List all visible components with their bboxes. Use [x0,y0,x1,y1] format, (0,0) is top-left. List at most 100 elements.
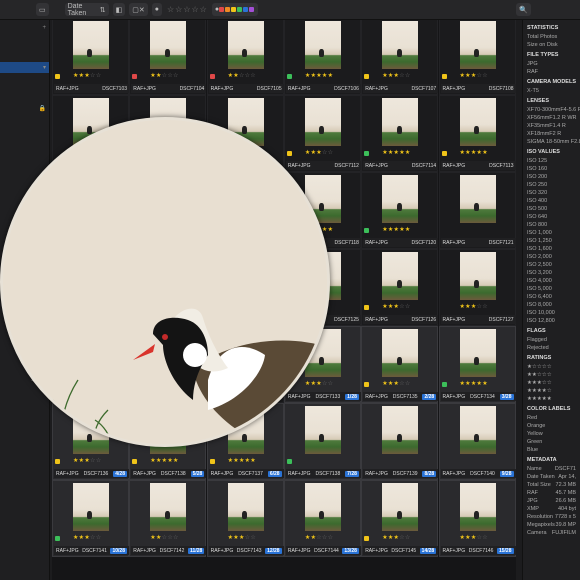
sidebar-toggle-icon[interactable]: ▭ [36,3,49,16]
iso-item[interactable]: ISO 125 [527,157,576,165]
lens-item[interactable]: XF35mmF1.4 R [527,122,576,130]
sidebar-item[interactable] [0,51,49,62]
iso-item[interactable]: ISO 4,000 [527,277,576,285]
flag-item[interactable]: Flagged [527,336,576,344]
rating-item[interactable]: ★★★★★ [527,395,576,403]
rating-stars[interactable]: ★★★☆☆ [382,72,410,79]
color-label-item[interactable]: Orange [527,422,576,430]
iso-item[interactable]: ISO 160 [527,165,576,173]
photo-thumbnail[interactable] [382,98,419,146]
photo-thumbnail[interactable] [73,21,109,69]
photo-thumbnail[interactable] [304,483,341,531]
rating-stars[interactable]: ★★★★★ [305,72,333,79]
photo-cell[interactable]: ★★★★★ RAF+JPG DSCF7113 [438,95,516,172]
photo-thumbnail[interactable] [459,175,496,223]
rating-stars[interactable]: ★★★★★ [150,457,178,464]
iso-item[interactable]: ISO 5,000 [527,285,576,293]
photo-cell[interactable]: ★★★★★ RAF+JPG DSCF7120 [361,172,439,249]
lens-item[interactable]: SIGMA 18-50mm F2.8 [527,138,580,146]
rating-stars[interactable]: ★★☆☆☆ [228,72,256,79]
photo-thumbnail[interactable] [459,21,496,69]
lens-item[interactable]: XF70-300mmF4-5.6 R [527,106,580,114]
photo-cell[interactable]: ★★★☆☆ RAF+JPG DSCF7103 [52,20,129,95]
iso-item[interactable]: ISO 320 [527,189,576,197]
rating-stars[interactable]: ★★★☆☆ [460,303,488,310]
color-label-item[interactable]: Blue [527,446,576,454]
photo-thumbnail[interactable] [227,483,264,531]
photo-thumbnail[interactable] [150,21,187,69]
iso-item[interactable]: ISO 250 [527,181,576,189]
photo-cell[interactable]: ★★★☆☆ RAF+JPG DSCF7141 10/28 [52,480,129,557]
photo-thumbnail[interactable] [227,21,264,69]
photo-thumbnail[interactable] [304,21,341,69]
add-icon[interactable]: + [0,22,49,33]
iso-item[interactable]: ISO 10,000 [527,309,576,317]
photo-thumbnail[interactable] [304,406,341,454]
iso-item[interactable]: ISO 3,200 [527,269,576,277]
photo-cell[interactable]: ★★★☆☆ RAF+JPG DSCF7145 14/28 [361,480,439,557]
photo-cell[interactable]: ★★☆☆☆ RAF+JPG DSCF7142 11/28 [129,480,207,557]
rating-stars[interactable]: ★★★☆☆ [382,380,410,387]
rating-item[interactable]: ★☆☆☆☆ [527,363,576,371]
color-label-item[interactable]: Red [527,414,576,422]
photo-cell[interactable]: RAF+JPG DSCF7139 8/28 [361,403,439,480]
photo-thumbnail[interactable] [459,252,496,300]
rating-stars[interactable]: ★★★★★ [460,149,488,156]
color-label-item[interactable]: Green [527,438,576,446]
photo-thumbnail[interactable] [459,329,496,377]
photo-cell[interactable]: ★★★☆☆ RAF+JPG DSCF7127 [438,249,516,326]
sidebar-item-selected[interactable]: ▾ [0,62,49,73]
group-icon[interactable]: ◧ [112,3,126,16]
photo-cell[interactable]: ★★★★★ RAF+JPG DSCF7114 [361,95,439,172]
iso-item[interactable]: ISO 8,000 [527,301,576,309]
photo-cell[interactable]: ★★★☆☆ RAF+JPG DSCF7107 [361,20,439,95]
iso-item[interactable]: ISO 6,400 [527,293,576,301]
photo-cell[interactable]: ★★★☆☆ RAF+JPG DSCF7108 [438,20,516,95]
rating-stars[interactable]: ★★★☆☆ [228,534,256,541]
photo-cell[interactable]: ★★☆☆☆ RAF+JPG DSCF7144 13/28 [283,480,361,557]
rating-stars[interactable]: ★★★☆☆ [382,534,410,541]
rating-stars[interactable]: ★★★☆☆ [460,534,488,541]
camera-value[interactable]: X-T5 [527,87,576,95]
photo-cell[interactable]: RAF+JPG DSCF7140 9/28 [438,403,516,480]
photo-cell[interactable]: ★★★☆☆ RAF+JPG DSCF7112 [283,95,361,172]
lens-item[interactable]: XF56mmF1.2 R WR [527,114,577,122]
photo-cell[interactable]: RAF+JPG DSCF7121 [438,172,516,249]
rating-stars[interactable]: ★★★★★ [460,380,488,387]
rating-item[interactable]: ★★★★☆ [527,387,576,395]
photo-thumbnail[interactable] [150,483,187,531]
photo-cell[interactable]: ★★★☆☆ RAF+JPG DSCF7135 2/28 [361,326,439,403]
photo-cell[interactable]: ★★★★★ RAF+JPG DSCF7106 [283,20,361,95]
lens-item[interactable]: XF18mmF2 R [527,130,576,138]
photo-thumbnail[interactable] [459,483,496,531]
iso-item[interactable]: ISO 1,600 [527,245,576,253]
photo-cell[interactable]: ★★☆☆☆ RAF+JPG DSCF7105 [206,20,284,95]
iso-item[interactable]: ISO 500 [527,205,576,213]
filter-icon[interactable]: ▢✕ [129,3,148,16]
color-label-item[interactable]: Yellow [527,430,576,438]
rating-stars[interactable]: ★★☆☆☆ [150,72,178,79]
iso-item[interactable]: ISO 640 [527,213,576,221]
iso-item[interactable]: ISO 12,800 [527,317,576,325]
rating-stars[interactable]: ★★★☆☆ [305,380,333,387]
file-type-item[interactable]: RAF [527,68,576,76]
color-filter[interactable]: ● [211,3,259,16]
rating-stars[interactable]: ★★☆☆☆ [150,534,178,541]
photo-thumbnail[interactable] [304,98,341,146]
iso-item[interactable]: ISO 2,000 [527,253,576,261]
iso-item[interactable]: ISO 1,000 [527,229,576,237]
rating-stars[interactable]: ★★★☆☆ [460,72,488,79]
photo-thumbnail[interactable] [382,406,419,454]
photo-thumbnail[interactable] [382,483,419,531]
photo-thumbnail[interactable] [459,406,496,454]
photo-thumbnail[interactable] [382,21,419,69]
iso-item[interactable]: ISO 1,250 [527,237,576,245]
flag-filter-icon[interactable]: ● [151,3,162,16]
iso-item[interactable]: ISO 800 [527,221,576,229]
rating-item[interactable]: ★★☆☆☆ [527,371,576,379]
file-type-item[interactable]: JPG [527,60,576,68]
rating-stars[interactable]: ★★★☆☆ [305,149,333,156]
rating-stars[interactable]: ★★★☆☆ [73,534,101,541]
photo-cell[interactable]: ★★★☆☆ RAF+JPG DSCF7126 [361,249,439,326]
photo-thumbnail[interactable] [459,98,496,146]
